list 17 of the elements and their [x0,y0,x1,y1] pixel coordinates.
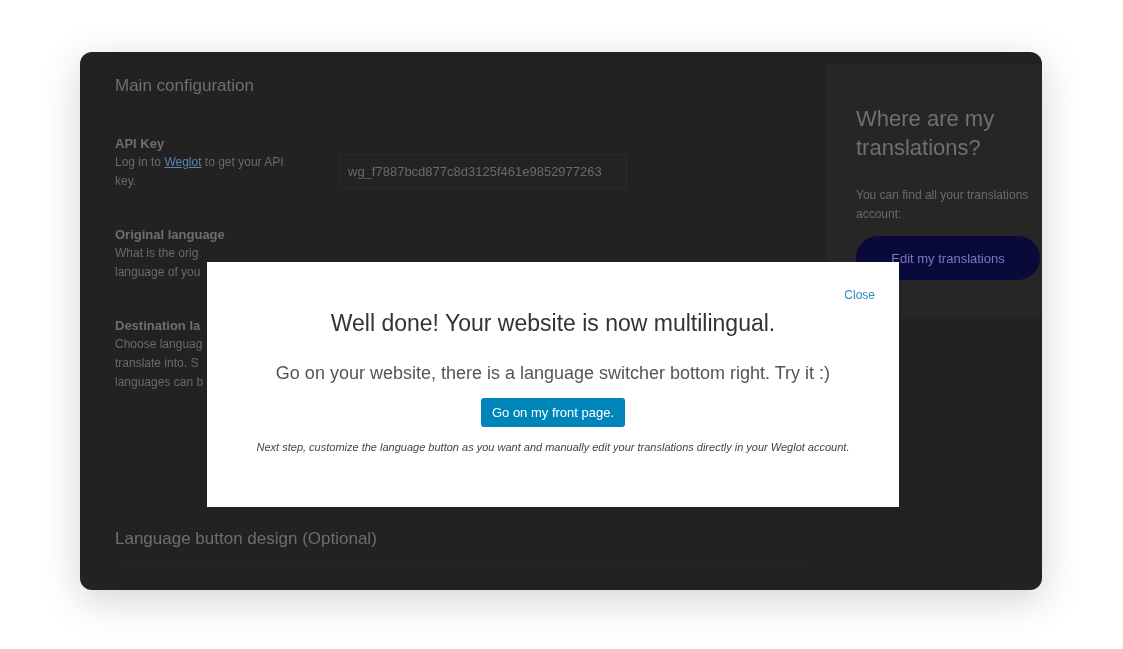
front-page-button[interactable]: Go on my front page. [480,398,626,427]
weglot-link[interactable]: Weglot [164,155,202,169]
dialog-note: Next step, customize the language button as you want and manually edit your translations directly in your Weglot account. [256,441,850,453]
field-help-text: Log in to Weglot to get your API key. [115,154,285,190]
field-label: Destination la [115,318,202,333]
api-key-field[interactable]: wg_f7887bcd877c8d3125f461e9852977263 [339,154,627,188]
section-heading: Main configuration [115,76,255,97]
close-link[interactable]: Close [844,288,875,302]
sidebar-heading: Where are my translations? [856,105,996,162]
section-heading: Language button design (Optional) [115,529,378,550]
dialog-message: Go on your website, there is a language switcher bottom right. Try it :) [275,363,831,384]
field-help-text: Choose languag translate into. S languages can b [115,336,204,391]
field-help-text: What is the orig language of you [115,245,202,281]
dialog-title: Well done! Your website is now multilingual. [330,310,776,337]
sidebar-text: You can find all your translations account: [856,187,1030,223]
field-label: API Key [115,136,166,151]
field-label: Original language [115,227,225,242]
